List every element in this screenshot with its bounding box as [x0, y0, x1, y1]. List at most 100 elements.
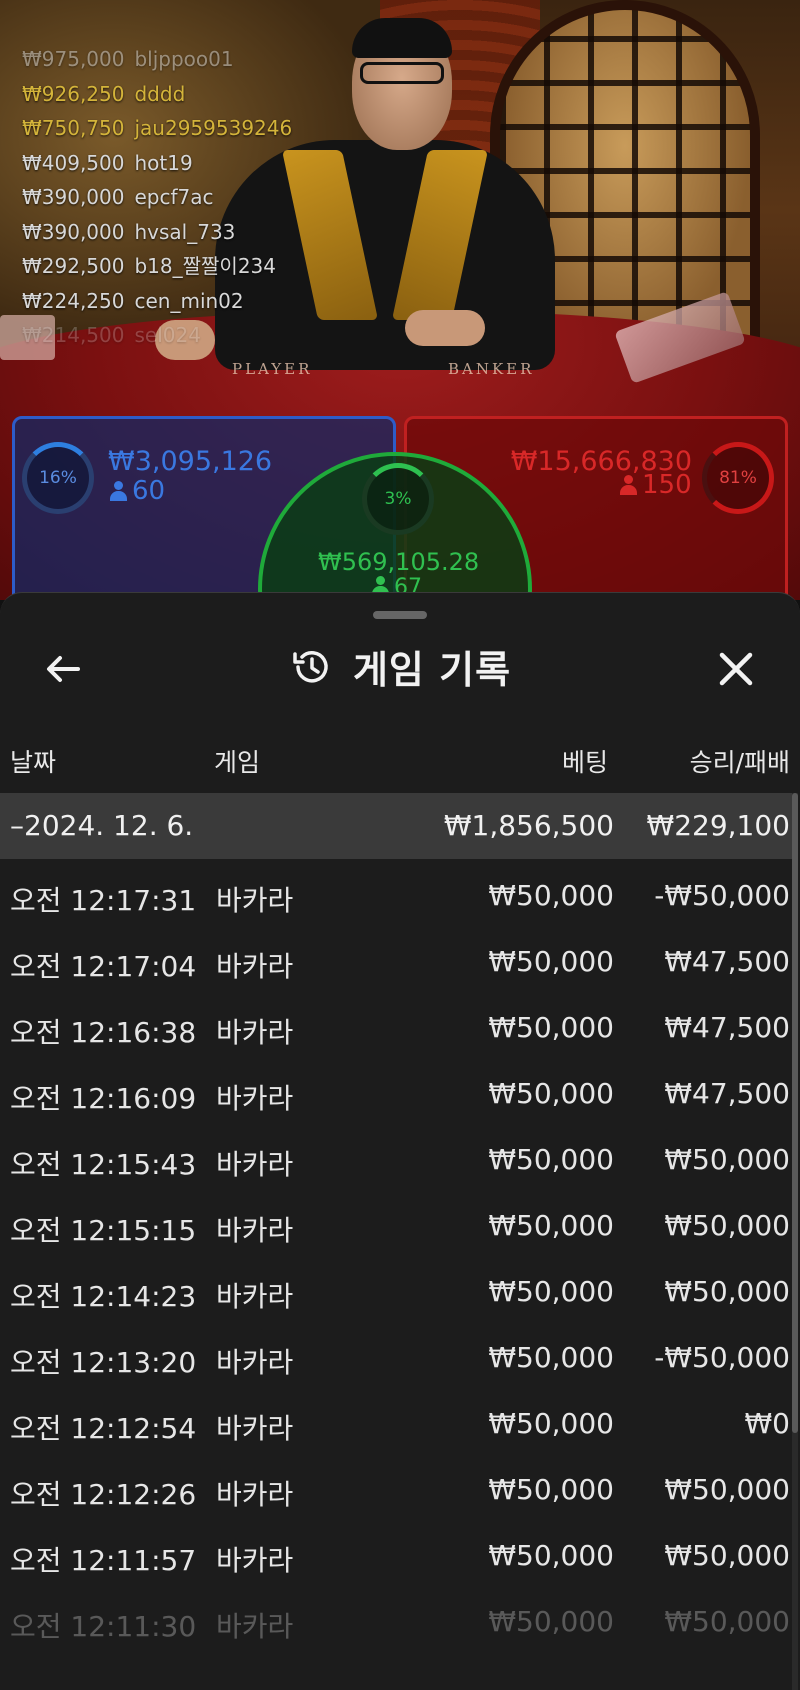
history-row[interactable]: 오전 12:15:15 바카라 ₩50,000 ₩50,000: [0, 1189, 792, 1255]
history-row[interactable]: 오전 12:11:30 바카라 ₩50,000 ₩50,000: [0, 1585, 792, 1651]
column-header-bet[interactable]: 베팅: [562, 743, 608, 779]
leaderboard-amount: ₩409,500: [22, 150, 125, 175]
leaderboard-username: bljppoo01: [134, 47, 234, 71]
row-bet: ₩50,000: [488, 879, 614, 912]
row-time: 오전 12:14:23: [10, 1280, 197, 1313]
row-game: 바카라: [216, 1412, 294, 1445]
column-header-game[interactable]: 게임: [214, 743, 260, 779]
row-bet: ₩50,000: [488, 1473, 614, 1506]
row-time: 오전 12:16:38: [10, 1016, 197, 1049]
row-time: 오전 12:17:31: [10, 884, 197, 917]
row-result: ₩50,000: [664, 1605, 790, 1638]
leaderboard-username: sel024: [134, 323, 201, 347]
history-row[interactable]: 오전 12:16:38 바카라 ₩50,000 ₩47,500: [0, 991, 792, 1057]
leaderboard-username: hvsal_733: [134, 219, 236, 244]
banker-bettor-count: 150: [620, 470, 692, 500]
history-row[interactable]: 오전 12:17:31 바카라 ₩50,000 -₩50,000: [0, 859, 792, 925]
leaderboard-username: cen_min02: [134, 288, 244, 313]
row-game: 바카라: [216, 1478, 294, 1511]
history-row[interactable]: 오전 12:12:54 바카라 ₩50,000 ₩0: [0, 1387, 792, 1453]
history-icon: [293, 650, 328, 683]
row-result: -₩50,000: [654, 1341, 790, 1374]
winners-leaderboard: ₩975,000 bljppoo01 ₩926,250 dddd ₩750,750 jau…: [22, 42, 292, 353]
row-game: 바카라: [216, 1082, 294, 1115]
row-game: 바카라: [216, 1016, 294, 1049]
row-result: ₩50,000: [664, 1473, 790, 1506]
row-time: 오전 12:12:54: [10, 1412, 197, 1445]
row-result: ₩50,000: [664, 1143, 790, 1176]
row-time: 오전 12:11:57: [10, 1544, 197, 1577]
date-group-summary-row[interactable]: –2024. 12. 6. ₩1,856,500 ₩229,100: [0, 793, 792, 859]
banker-percent-ring: 81%: [702, 442, 774, 514]
page-title: 게임 기록: [352, 648, 512, 692]
person-icon: [620, 475, 637, 495]
row-game: 바카라: [216, 1280, 294, 1313]
row-game: 바카라: [216, 950, 294, 983]
row-time: 오전 12:11:30: [10, 1610, 197, 1643]
leaderboard-amount: ₩926,250: [22, 81, 125, 106]
table-label-banker: BANKER: [448, 360, 535, 378]
leaderboard-amount: ₩750,750: [22, 116, 125, 140]
table-header: 날짜 게임 베팅 승리/패배: [0, 743, 800, 779]
leaderboard-entry: ₩390,000 hvsal_733: [22, 215, 292, 250]
leaderboard-amount: ₩224,250: [22, 288, 125, 313]
leaderboard-entry: ₩409,500 hot19: [22, 146, 292, 181]
dealer-hair: [352, 18, 452, 58]
row-bet: ₩50,000: [488, 1341, 614, 1374]
history-row[interactable]: 오전 12:11:57 바카라 ₩50,000 ₩50,000: [0, 1519, 792, 1585]
history-row[interactable]: 오전 12:12:26 바카라 ₩50,000 ₩50,000: [0, 1453, 792, 1519]
history-list: 오전 12:17:31 바카라 ₩50,000 -₩50,000 오전 12:17:04…: [0, 859, 792, 1651]
history-row[interactable]: 오전 12:17:04 바카라 ₩50,000 ₩47,500: [0, 925, 792, 991]
column-header-win-loss[interactable]: 승리/패배: [690, 743, 790, 779]
row-bet: ₩50,000: [488, 1539, 614, 1572]
row-result: ₩0: [744, 1407, 791, 1440]
leaderboard-username: b18_짤짤이234: [134, 254, 277, 278]
leaderboard-username: epcf7ac: [134, 185, 214, 209]
row-game: 바카라: [216, 1346, 294, 1379]
row-result: ₩50,000: [664, 1539, 790, 1572]
close-button[interactable]: [712, 645, 760, 693]
scrollbar-thumb[interactable]: [792, 793, 798, 1433]
dealer-hand-right: [405, 310, 485, 346]
leaderboard-amount: ₩390,000: [22, 185, 125, 209]
row-bet: ₩50,000: [488, 945, 614, 978]
player-bet-amount: ₩3,095,126: [108, 446, 273, 477]
history-row[interactable]: 오전 12:16:09 바카라 ₩50,000 ₩47,500: [0, 1057, 792, 1123]
history-row[interactable]: 오전 12:15:43 바카라 ₩50,000 ₩50,000: [0, 1123, 792, 1189]
leaderboard-entry: ₩750,750 jau2959539246: [22, 111, 292, 146]
player-count-value: 60: [132, 476, 166, 506]
game-history-sheet: 게임 기록 날짜 게임 베팅 승리/패배 –2024. 12. 6. ₩1,85…: [0, 592, 800, 1690]
row-bet: ₩50,000: [488, 1143, 614, 1176]
row-game: 바카라: [216, 1148, 294, 1181]
row-time: 오전 12:13:20: [10, 1346, 197, 1379]
person-icon: [110, 481, 127, 501]
player-percent-ring: 16%: [22, 442, 94, 514]
leaderboard-amount: ₩975,000: [22, 47, 125, 71]
player-bettor-count: 60: [110, 476, 165, 506]
group-date: –2024. 12. 6.: [10, 809, 194, 842]
row-result: ₩47,500: [664, 1011, 790, 1044]
history-row[interactable]: 오전 12:13:20 바카라 ₩50,000 -₩50,000: [0, 1321, 792, 1387]
leaderboard-entry: ₩224,250 cen_min02: [22, 284, 292, 319]
row-time: 오전 12:12:26: [10, 1478, 197, 1511]
leaderboard-amount: ₩214,500: [22, 323, 125, 347]
leaderboard-username: hot19: [134, 150, 193, 175]
row-game: 바카라: [216, 1214, 294, 1247]
column-header-date[interactable]: 날짜: [10, 743, 56, 779]
row-bet: ₩50,000: [488, 1407, 614, 1440]
row-time: 오전 12:15:15: [10, 1214, 197, 1247]
row-game: 바카라: [216, 1544, 294, 1577]
leaderboard-entry: ₩390,000 epcf7ac: [22, 180, 292, 215]
leaderboard-amount: ₩390,000: [22, 219, 125, 244]
row-time: 오전 12:15:43: [10, 1148, 197, 1181]
dealer-glasses: [360, 62, 444, 84]
sheet-drag-handle[interactable]: [373, 611, 427, 619]
row-game: 바카라: [216, 1610, 294, 1643]
row-game: 바카라: [216, 884, 294, 917]
scrollbar[interactable]: [792, 793, 798, 1690]
row-bet: ₩50,000: [488, 1077, 614, 1110]
leaderboard-entry: ₩214,500 sel024: [22, 318, 292, 353]
history-row[interactable]: 오전 12:14:23 바카라 ₩50,000 ₩50,000: [0, 1255, 792, 1321]
leaderboard-entry: ₩292,500 b18_짤짤이234: [22, 249, 292, 284]
row-bet: ₩50,000: [488, 1275, 614, 1308]
